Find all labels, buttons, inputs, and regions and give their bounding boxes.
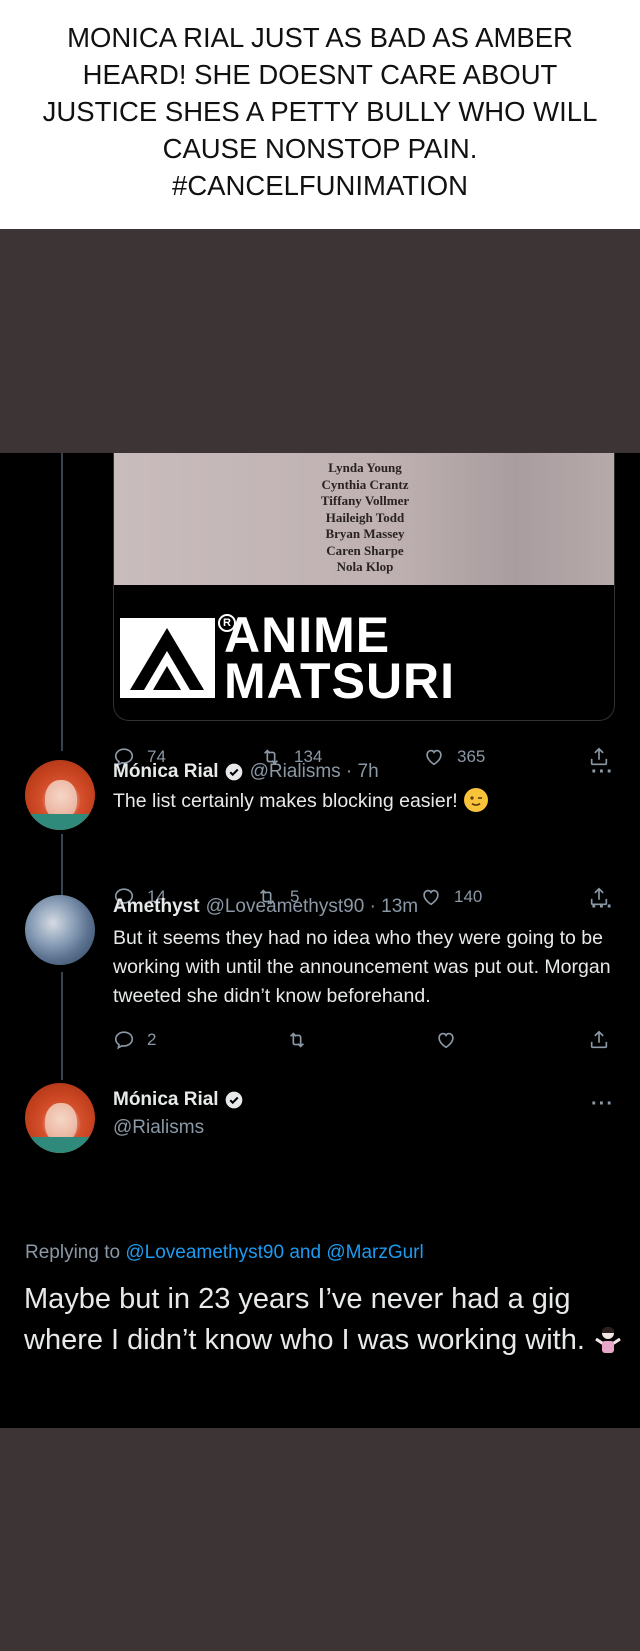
tweet-header: Amethyst @Loveamethyst90 · 13m — [113, 896, 418, 918]
credit-name: Nola Klop — [336, 559, 394, 574]
like-button[interactable]: 140 — [420, 883, 482, 911]
credit-name: Lynda Young — [328, 460, 402, 475]
reply-button[interactable]: 2 — [113, 1026, 156, 1054]
winking-face-icon — [463, 788, 488, 812]
person-shrugging-icon — [593, 1324, 623, 1354]
tweet-media-card[interactable]: Lynda Young Cynthia Crantz Tiffany Vollm… — [113, 453, 615, 721]
replying-prefix: Replying to — [25, 1242, 121, 1263]
share-button[interactable] — [588, 1026, 610, 1054]
like-button[interactable]: 365 — [423, 743, 485, 771]
and-text: and — [289, 1242, 322, 1263]
tweet-body: The list certainly makes blocking easier… — [113, 790, 458, 812]
anime-matsuri-logo: R ANIME MATSURI — [120, 608, 580, 708]
heart-icon — [426, 749, 442, 766]
replying-to-line: Replying to @Loveamethyst90 and @MarzGur… — [25, 1242, 424, 1264]
monica-avatar[interactable] — [25, 1083, 95, 1153]
logo-wordmark: ANIME MATSURI — [224, 607, 456, 709]
like-count: 365 — [457, 747, 486, 766]
credit-name: Cynthia Crantz — [321, 476, 409, 492]
amethyst-avatar[interactable] — [25, 895, 95, 965]
logo-line-2: MATSURI — [224, 653, 456, 709]
more-options-icon[interactable]: ··· — [591, 896, 614, 919]
credit-name: Bryan Massey — [325, 526, 405, 541]
avatar-shirt — [25, 814, 95, 830]
tweet-action-bar: 2 — [0, 1026, 640, 1054]
meme-caption-panel: MONICA RIAL JUST AS BAD AS AMBER HEARD! … — [0, 0, 640, 229]
tweet-thread-screenshot: Lynda Young Cynthia Crantz Tiffany Vollm… — [0, 453, 640, 1428]
credit-name: Tiffany Vollmer — [320, 493, 410, 508]
display-name[interactable]: Mónica Rial — [113, 1089, 219, 1111]
meme-caption: MONICA RIAL JUST AS BAD AS AMBER HEARD! … — [42, 22, 598, 201]
handle-time[interactable]: @Loveamethyst90 · 13m — [206, 896, 419, 918]
credits-list: Lynda Young Cynthia Crantz Tiffany Vollm… — [114, 453, 614, 585]
like-count: 140 — [454, 887, 483, 906]
tweet-header: Mónica Rial — [113, 1089, 244, 1111]
handle[interactable]: @Rialisms — [113, 1117, 204, 1139]
retweet-button[interactable] — [286, 1026, 308, 1054]
display-name[interactable]: Amethyst — [113, 896, 200, 918]
share-icon — [590, 1030, 608, 1049]
avatar-shirt — [25, 1137, 95, 1153]
display-name[interactable]: Mónica Rial — [113, 761, 219, 783]
credit-name: Haileigh Todd — [325, 509, 405, 525]
handle-time[interactable]: @Rialisms · 7h — [250, 761, 379, 783]
monica-avatar[interactable] — [25, 760, 95, 830]
tweet-header: Mónica Rial @Rialisms · 7h — [113, 761, 379, 783]
main-tweet-text: Maybe but in 23 years I’ve never had a g… — [24, 1279, 624, 1361]
verified-badge-icon — [225, 1091, 242, 1109]
tweet-text: The list certainly makes blocking easier… — [113, 787, 613, 816]
logo-line-1: ANIME — [224, 607, 391, 663]
retweet-icon — [289, 1032, 305, 1048]
tweet-text: But it seems they had no idea who they w… — [113, 927, 611, 1007]
heart-icon — [438, 1032, 454, 1049]
heart-icon — [423, 889, 439, 906]
reply-icon — [114, 1031, 134, 1050]
main-tweet-body: Maybe but in 23 years I’ve never had a g… — [24, 1283, 585, 1356]
reply-count: 2 — [147, 1030, 157, 1049]
mention-link[interactable]: @MarzGurl — [326, 1242, 423, 1263]
logo-mark-icon — [120, 618, 215, 698]
more-options-icon[interactable]: ··· — [591, 1093, 614, 1116]
thread-line — [61, 453, 63, 751]
more-options-icon[interactable]: ··· — [591, 761, 614, 784]
verified-badge-icon — [225, 763, 242, 781]
like-button[interactable] — [435, 1026, 457, 1054]
mention-link[interactable]: @Loveamethyst90 — [125, 1242, 284, 1263]
credit-name: Caren Sharpe — [326, 542, 404, 558]
